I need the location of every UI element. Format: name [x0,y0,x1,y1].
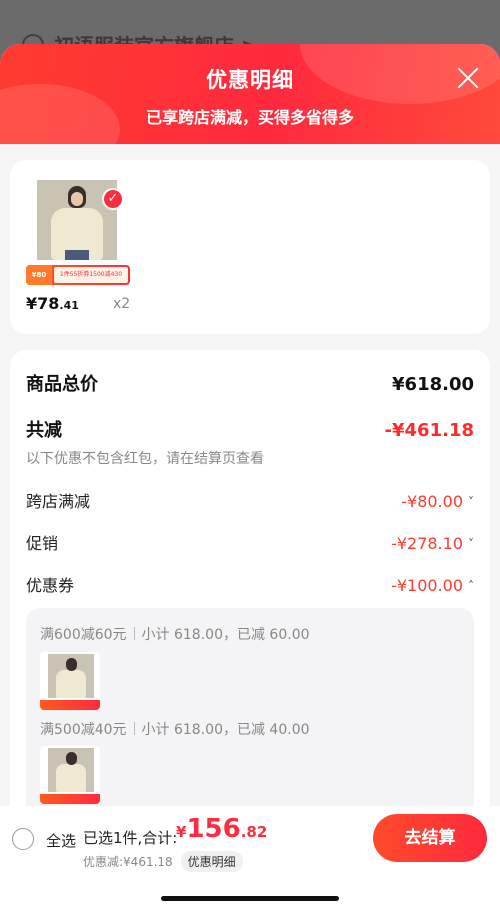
home-indicator [161,896,339,901]
reduce-label: 共减 [26,420,62,441]
coupon-product-thumbnail [40,746,100,804]
total-value: ¥618.00 [392,374,474,395]
cross-store-discount-row[interactable]: 跨店满减 -¥80.00 ˅ [26,488,474,512]
checkout-button[interactable]: 去结算 [373,814,487,862]
coupon-label: 优惠券 [26,576,75,595]
coupon-product-thumbnail [40,652,100,710]
total-sum: ¥156.82 [176,814,268,844]
chevron-down-icon: ˅ [468,494,474,509]
discount-summary: 优惠减:¥461.18 优惠明细 [83,851,243,872]
coupon-discount-row[interactable]: 优惠券 -¥100.00 ˄ [26,572,474,596]
promo-tag-left: ¥80 [26,265,52,285]
product-price: ¥78.41 [26,294,79,313]
discount-detail-sheet: 优惠明细 已享跨店满减，买得多省得多 ✓ ¥80 1件55折券1500减430 … [0,44,500,912]
promo-tag-right: 1件55折券1500减430 [54,267,128,283]
selected-summary: 已选1件,合计: [83,829,178,847]
divider [133,722,135,735]
chevron-up-icon: ˄ [468,578,474,593]
coupon-rule: 满600减60元 [40,627,127,643]
chevron-down-icon: ˅ [468,536,474,551]
reduce-value: -¥461.18 [384,420,474,441]
coupon-detail: 小计 618.00，已减 60.00 [141,627,310,643]
promotion-discount-row[interactable]: 促销 -¥278.10 ˅ [26,530,474,554]
reduce-note: 以下优惠不包含红包，请在结算页查看 [26,451,264,467]
sheet-subtitle: 已享跨店满减，买得多省得多 [145,108,354,127]
promotion-label: 促销 [26,534,59,553]
coupon-rule: 满500减40元 [40,722,127,738]
promotion-value: -¥278.10 [391,534,463,553]
product-card: ✓ ¥80 1件55折券1500减430 ¥78.41 x2 [10,160,490,334]
coupon-value: -¥100.00 [391,576,463,595]
close-icon[interactable] [456,66,480,90]
coupon-line: 满500减40元 小计 618.00，已减 40.00 [40,719,310,739]
discount-detail-button[interactable]: 优惠明细 [180,851,243,872]
select-all-label[interactable]: 全选 [46,830,76,851]
reduce-row: 共减 -¥461.18 [26,416,474,442]
product-promo-tag: ¥80 1件55折券1500减430 [26,265,130,285]
sheet-header: 优惠明细 已享跨店满减，买得多省得多 [0,44,500,144]
total-row: 商品总价 ¥618.00 [26,370,474,396]
sheet-title: 优惠明细 [206,68,294,92]
cross-store-value: -¥80.00 [401,492,463,511]
selected-check-icon: ✓ [102,188,124,210]
cross-store-label: 跨店满减 [26,492,91,511]
coupon-line: 满600减60元 小计 618.00，已减 60.00 [40,624,310,644]
coupon-detail: 小计 618.00，已减 40.00 [141,722,310,738]
total-label: 商品总价 [26,374,98,395]
discount-text: 优惠减:¥461.18 [83,855,173,869]
divider [133,627,135,640]
product-quantity: x2 [113,296,131,312]
select-all-radio[interactable] [12,828,34,850]
